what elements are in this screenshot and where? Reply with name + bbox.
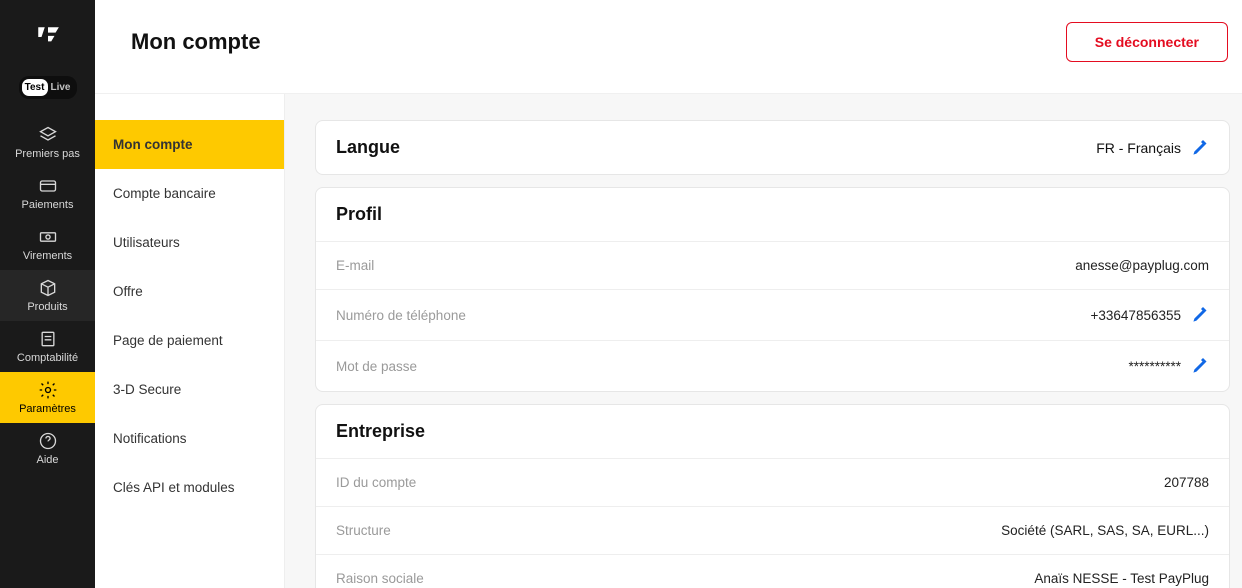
sidebar-item-label: Aide [36,454,58,466]
row-label: ID du compte [336,475,416,490]
card-profil: Profil E-mail anesse@payplug.com Numéro … [315,187,1230,392]
receipt-icon [38,330,58,348]
pencil-icon[interactable] [1191,306,1209,324]
row-label: E-mail [336,258,374,273]
env-toggle[interactable]: Test Live [19,76,77,99]
row-label: Numéro de téléphone [336,308,466,323]
row-label: Raison sociale [336,571,424,586]
env-live[interactable]: Live [48,79,74,96]
row-value: Anaïs NESSE - Test PayPlug [1034,571,1209,586]
credit-card-icon [38,177,58,195]
help-icon [38,432,58,450]
subnav-item-mon-compte[interactable]: Mon compte [95,120,284,169]
topbar: Mon compte Se déconnecter [95,0,1242,64]
package-icon [38,279,58,297]
sidebar-item-label: Virements [23,250,72,262]
sidebar-item-comptabilite[interactable]: Comptabilité [0,321,95,372]
sidebar-item-label: Paramètres [19,403,76,415]
row-telephone: Numéro de téléphone +33647856355 [316,289,1229,340]
row-value: +33647856355 [1091,308,1181,323]
sidebar-item-premiers-pas[interactable]: Premiers pas [0,117,95,168]
subnav-item-utilisateurs[interactable]: Utilisateurs [95,218,284,267]
gear-icon [38,381,58,399]
brand-logo [35,24,61,48]
row-value: Société (SARL, SAS, SA, EURL...) [1001,523,1209,538]
subnav-item-offre[interactable]: Offre [95,267,284,316]
sidebar-item-parametres[interactable]: Paramètres [0,372,95,423]
row-id-compte: ID du compte 207788 [316,458,1229,506]
row-mot-de-passe: Mot de passe ********** [316,340,1229,391]
layers-icon [38,126,58,144]
subnav-item-compte-bancaire[interactable]: Compte bancaire [95,169,284,218]
primary-sidebar: Test Live Premiers pas Paiements Viremen… [0,0,95,588]
langue-value: FR - Français [1096,140,1181,156]
subnav-item-page-paiement[interactable]: Page de paiement [95,316,284,365]
row-label: Structure [336,523,391,538]
subnav-item-3d-secure[interactable]: 3-D Secure [95,365,284,414]
row-structure: Structure Société (SARL, SAS, SA, EURL..… [316,506,1229,554]
sidebar-item-label: Paiements [22,199,74,211]
sidebar-item-aide[interactable]: Aide [0,423,95,474]
row-value: ********** [1128,359,1181,374]
card-title: Langue [336,137,400,158]
row-value: anesse@payplug.com [1075,258,1209,273]
pencil-icon[interactable] [1191,139,1209,157]
card-title: Profil [336,204,382,225]
sidebar-item-produits[interactable]: Produits [0,270,95,321]
subnav-item-notifications[interactable]: Notifications [95,414,284,463]
row-email: E-mail anesse@payplug.com [316,241,1229,289]
pencil-icon[interactable] [1191,357,1209,375]
row-raison-sociale: Raison sociale Anaïs NESSE - Test PayPlu… [316,554,1229,588]
card-title: Entreprise [336,421,425,442]
row-value: 207788 [1164,475,1209,490]
card-langue: Langue FR - Français [315,120,1230,175]
sidebar-item-label: Comptabilité [17,352,78,364]
sidebar-item-label: Produits [27,301,67,313]
sidebar-item-paiements[interactable]: Paiements [0,168,95,219]
card-entreprise: Entreprise ID du compte 207788 Structure… [315,404,1230,588]
env-test[interactable]: Test [22,79,48,96]
logout-button[interactable]: Se déconnecter [1066,22,1228,62]
page-title: Mon compte [131,29,261,55]
sidebar-item-label: Premiers pas [15,148,80,160]
sidebar-item-virements[interactable]: Virements [0,219,95,270]
banknote-icon [38,228,58,246]
subnav-item-cles-api[interactable]: Clés API et modules [95,463,284,512]
row-label: Mot de passe [336,359,417,374]
